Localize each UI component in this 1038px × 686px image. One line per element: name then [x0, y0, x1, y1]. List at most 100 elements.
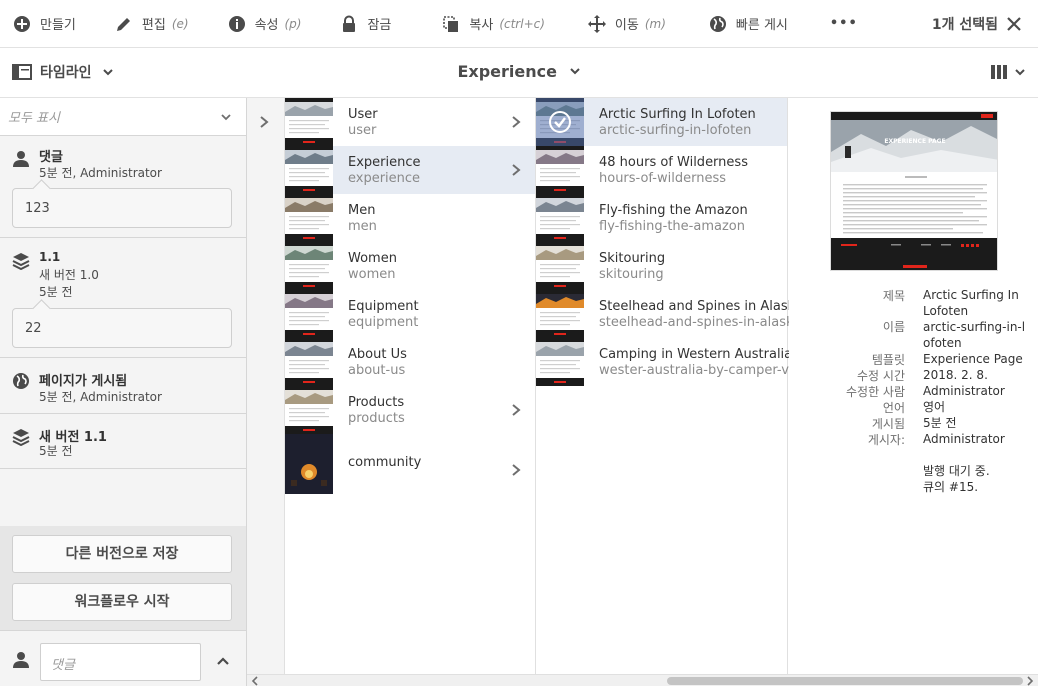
page-title: Equipment [348, 299, 419, 314]
experience-page-row[interactable]: Steelhead and Spines in Alaska steelhead-… [536, 290, 803, 338]
lock-icon [339, 14, 359, 34]
quick-publish-button[interactable]: 빠른 게시 [696, 0, 800, 48]
close-icon [1007, 17, 1021, 31]
entry-subtitle: 5분 전 [39, 444, 73, 458]
layers-icon [12, 429, 30, 446]
site-page-row[interactable]: Men men [285, 194, 535, 242]
timeline-entry-new-version[interactable]: 새 버전 1.1 5분 전 [0, 414, 246, 469]
page-thumbnail [285, 98, 333, 146]
globe-icon [708, 14, 728, 34]
comment-bubble: 22 [12, 308, 232, 348]
site-page-row[interactable]: Equipment equipment [285, 290, 535, 338]
view-switcher-button[interactable] [990, 64, 1026, 80]
properties-label: 속성 [254, 18, 279, 33]
page-title: Products [348, 395, 405, 410]
chevron-right-icon[interactable] [257, 114, 271, 130]
move-button[interactable]: 이동 (m) [575, 0, 678, 48]
rail-actions: 다른 버전으로 저장 워크플로우 시작 [0, 526, 246, 630]
root-column[interactable] [247, 98, 285, 674]
chevron-up-icon[interactable] [216, 655, 230, 667]
copy-button[interactable]: 복사 (ctrl+c) [429, 0, 557, 48]
template-label: 템플릿 [871, 353, 905, 367]
entry-title: 1.1 [39, 250, 61, 264]
experience-page-row[interactable]: 48 hours of Wilderness hours-of-wildernes… [536, 146, 787, 194]
page-title-dropdown[interactable]: Experience [457, 62, 580, 81]
selected-check-icon[interactable] [536, 98, 584, 146]
rail-icon [12, 64, 32, 80]
site-page-row[interactable]: community [285, 434, 535, 494]
chevron-right-icon[interactable] [511, 462, 521, 482]
page-title: Arctic Surfing In Lofoten [599, 107, 756, 122]
column-experience-pages: Arctic Surfing In Lofoten arctic-surfing-… [536, 98, 805, 674]
experience-page-row[interactable]: Camping in Western Australia wester-austr… [536, 338, 805, 386]
timeline-entry-version[interactable]: 1.1 새 버전 1.0 5분 전 22 [0, 238, 246, 358]
close-selection-button[interactable] [1002, 12, 1026, 36]
user-icon [13, 652, 29, 668]
rail-toggle-button[interactable]: 타임라인 [12, 62, 114, 82]
save-as-version-button[interactable]: 다른 버전으로 저장 [12, 535, 232, 573]
lock-label: 잠금 [367, 18, 392, 33]
create-button[interactable]: 만들기 [0, 0, 88, 48]
site-page-row[interactable]: Experience experience [285, 146, 535, 194]
chevron-right-icon[interactable] [511, 114, 521, 134]
site-page-row[interactable]: User user [285, 98, 535, 146]
page-title: About Us [348, 347, 407, 362]
site-page-row[interactable]: Products products [285, 386, 535, 434]
modified-by-value: Administrator [923, 384, 1005, 398]
page-thumbnail [285, 290, 333, 338]
page-name: products [348, 411, 405, 426]
lock-button[interactable]: 잠금 [327, 0, 403, 48]
pencil-icon [114, 14, 134, 34]
chevron-right-icon[interactable] [511, 402, 521, 422]
experience-page-row[interactable]: Arctic Surfing In Lofoten arctic-surfing-… [536, 98, 787, 146]
page-title: Experience [0, 62, 1038, 81]
page-title: Fly-fishing the Amazon [599, 203, 748, 218]
page-title: Steelhead and Spines in Alaska [599, 299, 803, 314]
timeline-filter-select[interactable]: 모두 표시 [0, 98, 246, 136]
horizontal-scrollbar[interactable] [247, 674, 1038, 686]
modified-label: 수정 시간 [857, 369, 905, 383]
page-name: about-us [348, 363, 406, 378]
language-label: 언어 [882, 401, 905, 415]
modified-by-label: 수정한 사람 [845, 385, 905, 399]
comment-composer: 댓글 [0, 630, 246, 686]
experience-page-row[interactable]: Fly-fishing the Amazon fly-fishing-the-am… [536, 194, 787, 242]
column-view-icon [991, 65, 1007, 79]
move-label: 이동 [614, 18, 639, 33]
page-title-text: Experience [457, 62, 557, 81]
properties-button[interactable]: 속성 (p) [215, 0, 314, 48]
chevron-right-icon[interactable] [511, 162, 521, 182]
page-title: Camping in Western Australia [599, 347, 793, 362]
page-name: experience [348, 171, 421, 186]
comment-input[interactable]: 댓글 [40, 643, 201, 681]
page-name: men [348, 219, 377, 234]
scroll-right-icon[interactable] [1026, 676, 1034, 686]
page-name: hours-of-wilderness [599, 171, 726, 186]
scroll-left-icon[interactable] [251, 676, 259, 686]
content-header: 타임라인 Experience [0, 48, 1038, 98]
page-title: Experience [348, 155, 421, 170]
chevron-down-icon [221, 114, 231, 121]
published-by-value: Administrator [923, 432, 1005, 446]
edit-label: 편집 [141, 18, 166, 33]
page-name: equipment [348, 315, 419, 330]
title-value: Arctic Surfing In Lofoten [923, 288, 1019, 318]
page-title: Skitouring [599, 251, 666, 266]
more-button[interactable]: ••• [818, 0, 870, 48]
timeline-entry-comment[interactable]: 댓글 5분 전, Administrator 123 [0, 136, 246, 238]
page-thumbnail [285, 386, 333, 434]
start-workflow-button[interactable]: 워크플로우 시작 [12, 583, 232, 621]
template-value: Experience Page [923, 352, 1023, 366]
edit-shortcut: (e) [171, 16, 189, 31]
entry-title: 페이지가 게시됨 [39, 374, 128, 389]
timeline-rail: 모두 표시 댓글 5분 전, Administrator 123 1.1 새 버… [0, 98, 247, 686]
page-details-panel: EXPERIENCE PAGE 제목 Arctic Surfing In Lof… [789, 98, 1038, 674]
timeline-entry-published[interactable]: 페이지가 게시됨 5분 전, Administrator [0, 358, 246, 414]
site-page-row[interactable]: About Us about-us [285, 338, 535, 386]
site-page-row[interactable]: Women women [285, 242, 535, 290]
filter-value: 모두 표시 [8, 111, 60, 126]
edit-button[interactable]: 편집 (e) [102, 0, 201, 48]
experience-page-row[interactable]: Skitouring skitouring [536, 242, 787, 290]
name-value: arctic-surfing-in-lofoten [923, 320, 1026, 350]
scrollbar-thumb[interactable] [667, 677, 1023, 685]
